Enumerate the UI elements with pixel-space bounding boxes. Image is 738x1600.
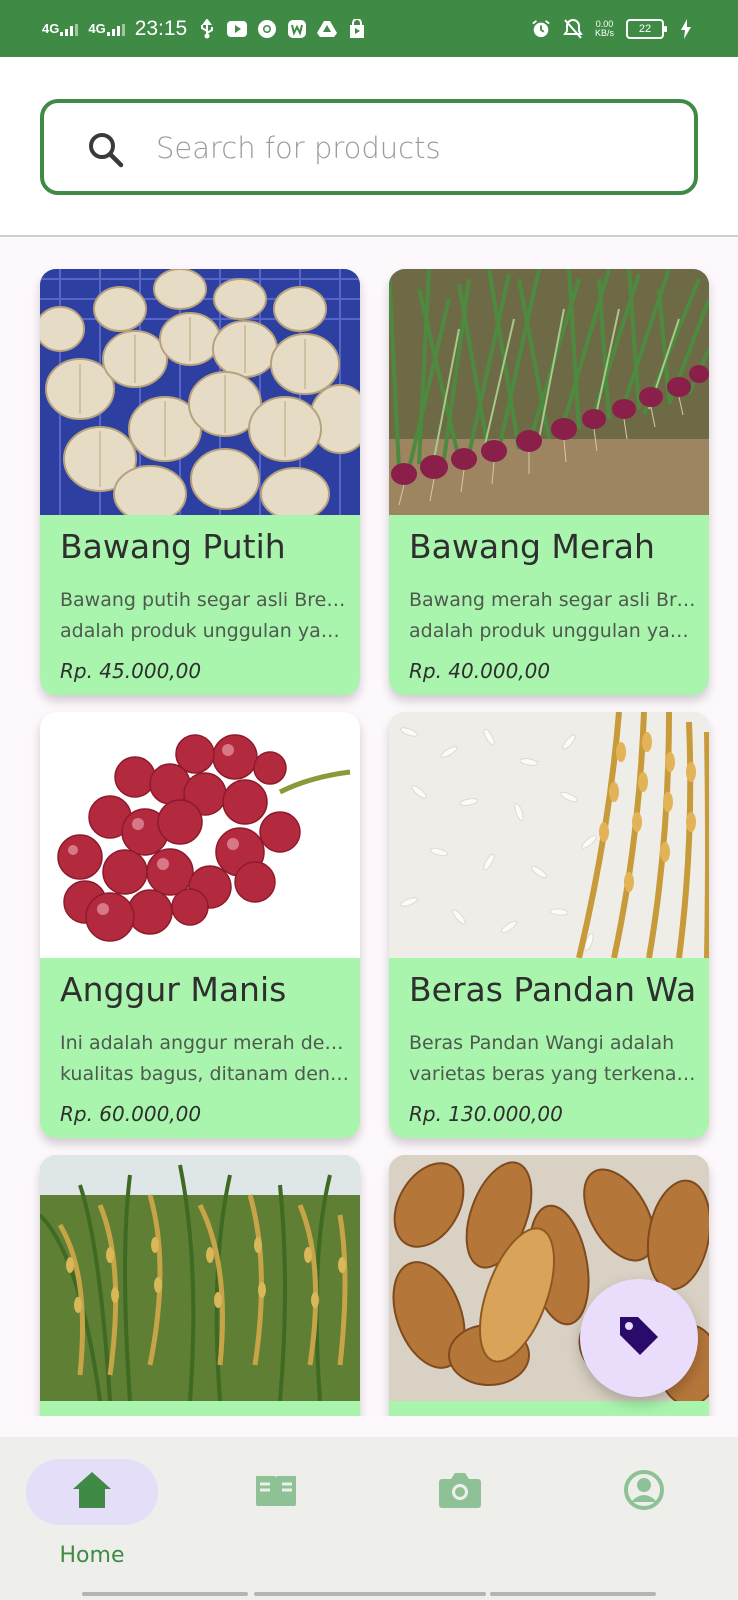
product-price: Rp. 40.000,00	[409, 659, 551, 683]
product-name: Bawang Putih	[60, 527, 286, 566]
network-type-label: 4G	[42, 21, 60, 36]
nav-indicator	[394, 1459, 526, 1525]
product-grid: Bawang Putih Bawang putih segar asli Bre…	[0, 239, 738, 1416]
status-bar: 4G 4G 23:15 0.00 KB/s 22	[0, 0, 738, 57]
product-card-beras-pandan-wangi[interactable]: Beras Pandan Wangi Beras Pandan Wangi ad…	[389, 712, 709, 1138]
speed-unit: KB/s	[594, 27, 614, 38]
search-icon[interactable]	[86, 130, 126, 170]
network-type-label: 4G	[88, 21, 106, 36]
fab-tag-button[interactable]	[580, 1279, 698, 1397]
nav-item-home[interactable]: Home	[0, 1459, 184, 1579]
search-area	[0, 57, 738, 237]
nav-item-profile[interactable]	[552, 1459, 736, 1579]
description-line: Bawang merah segar asli Brebes	[409, 589, 699, 611]
product-name: Anggur Manis	[60, 970, 287, 1009]
mute-notification-icon	[563, 18, 583, 39]
gesture-bar	[82, 1592, 248, 1596]
product-name: Bawang Merah	[409, 527, 655, 566]
gesture-bar	[254, 1592, 486, 1596]
nav-indicator	[210, 1459, 342, 1525]
tag-icon	[616, 1313, 662, 1363]
product-description: Beras Pandan Wangi adalah varietas beras…	[409, 1028, 699, 1090]
charging-icon	[676, 18, 696, 39]
nav-label-home: Home	[59, 1543, 125, 1568]
home-icon	[71, 1470, 113, 1514]
description-line: adalah produk unggulan yang b...	[60, 620, 350, 642]
drive-icon	[317, 19, 338, 39]
nav-item-camera[interactable]	[368, 1459, 552, 1579]
product-image-rice	[389, 712, 709, 958]
book-icon	[254, 1472, 298, 1512]
signal-indicator-1: 4G	[42, 21, 79, 36]
nav-indicator	[26, 1459, 158, 1525]
chrome-icon	[257, 19, 277, 39]
network-speed: 0.00 KB/s	[594, 19, 614, 38]
product-image-shallot	[389, 269, 709, 515]
product-price: Rp. 130.000,00	[409, 1102, 563, 1126]
app-icon	[287, 19, 307, 39]
bottom-navigation: Home	[0, 1437, 738, 1600]
store-icon	[347, 18, 367, 39]
product-image-garlic	[40, 269, 360, 515]
youtube-icon	[227, 19, 248, 39]
description-line: kualitas bagus, ditanam dengan...	[60, 1063, 350, 1085]
product-image-rice-plant	[40, 1155, 360, 1401]
product-price: Rp. 60.000,00	[60, 1102, 202, 1126]
product-image-grapes	[40, 712, 360, 958]
description-line: Ini adalah anggur merah dengan	[60, 1032, 350, 1054]
description-line: Bawang putih segar asli Brebes	[60, 589, 350, 611]
signal-indicator-2: 4G	[88, 21, 125, 36]
product-description: Bawang putih segar asli Brebes adalah pr…	[60, 585, 350, 647]
product-card-anggur-manis[interactable]: Anggur Manis Ini adalah anggur merah den…	[40, 712, 360, 1138]
nav-indicator	[578, 1459, 710, 1525]
product-card-bawang-merah[interactable]: Bawang Merah Bawang merah segar asli Bre…	[389, 269, 709, 695]
profile-icon	[623, 1469, 665, 1515]
search-input[interactable]	[156, 123, 656, 173]
product-description: Ini adalah anggur merah dengan kualitas …	[60, 1028, 350, 1090]
search-bar[interactable]	[40, 99, 698, 195]
product-card[interactable]	[40, 1155, 360, 1416]
product-name: Beras Pandan Wangi	[409, 970, 699, 1009]
clock: 23:15	[134, 16, 188, 40]
usb-icon	[197, 18, 217, 39]
product-description: Bawang merah segar asli Brebes adalah pr…	[409, 585, 699, 647]
battery-level: 22	[638, 22, 652, 35]
description-line: varietas beras yang terkenal d...	[409, 1063, 699, 1085]
battery-indicator: 22	[626, 18, 667, 39]
nav-item-book[interactable]	[184, 1459, 368, 1579]
product-card-bawang-putih[interactable]: Bawang Putih Bawang putih segar asli Bre…	[40, 269, 360, 695]
gesture-bar	[490, 1592, 656, 1596]
description-line: Beras Pandan Wangi adalah	[409, 1032, 675, 1054]
product-price: Rp. 45.000,00	[60, 659, 202, 683]
description-line: adalah produk unggulan yang b...	[409, 620, 699, 642]
camera-icon	[438, 1471, 482, 1513]
alarm-icon	[531, 19, 551, 39]
